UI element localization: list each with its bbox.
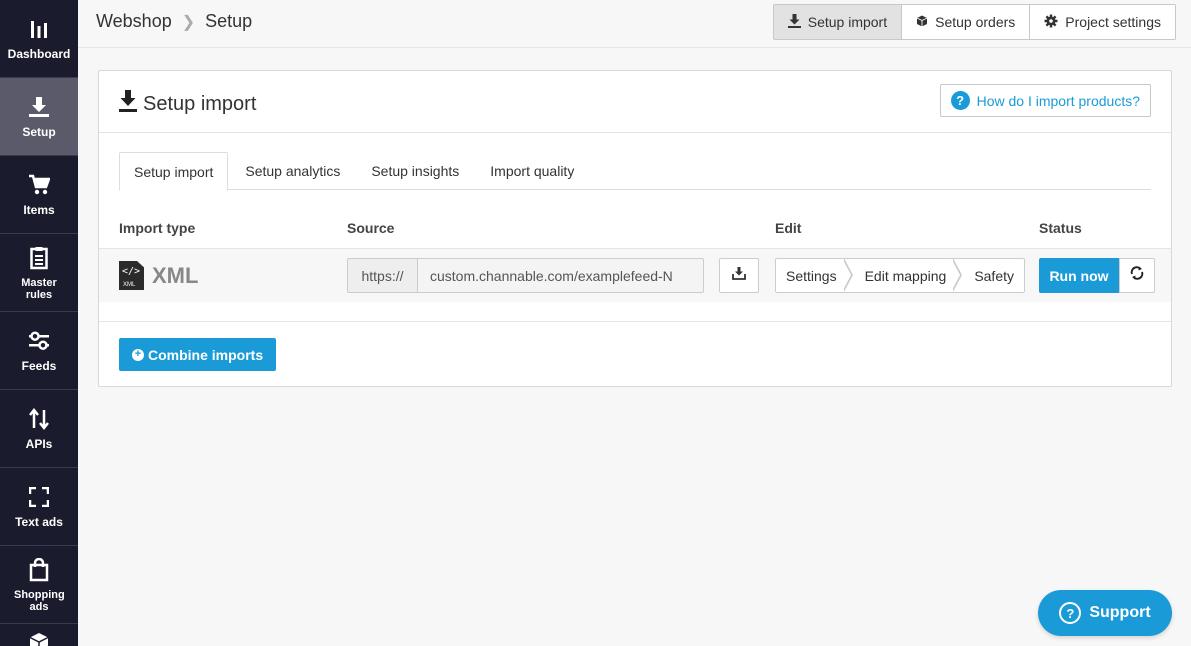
panel-header: Setup import ? How do I import products?: [99, 71, 1171, 133]
support-label: Support: [1089, 604, 1151, 621]
plus-circle-icon: +: [132, 348, 144, 361]
help-import-button[interactable]: ? How do I import products?: [939, 84, 1151, 117]
breadcrumb-project[interactable]: Webshop: [96, 11, 172, 32]
column-header-source: Source: [347, 220, 395, 236]
panel-footer: + Combine imports: [99, 321, 1171, 387]
sliders-icon: [26, 328, 52, 354]
sidebar-item-label: Dashboard: [7, 47, 71, 61]
sidebar-item-label: Shopping ads: [14, 588, 65, 613]
download-icon: [787, 13, 801, 31]
top-bar: Webshop ❯ Setup Setup import Setup order…: [78, 0, 1191, 48]
combine-imports-button[interactable]: + Combine imports: [119, 338, 277, 371]
import-type-cell: </> XML XML: [119, 261, 198, 290]
setup-orders-label: Setup orders: [935, 14, 1016, 30]
refresh-icon: [1129, 265, 1145, 286]
edit-mapping-step[interactable]: Edit mapping: [855, 258, 965, 292]
clipboard-icon: [26, 245, 52, 271]
top-actions: Setup import Setup orders Project settin…: [772, 4, 1176, 40]
table-row: </> XML XML https:// custom.channable.co…: [99, 248, 1171, 302]
edit-settings-step[interactable]: Settings: [776, 258, 855, 292]
sidebar-item-setup[interactable]: Setup: [0, 78, 78, 156]
download-icon: [119, 90, 137, 118]
chevron-right-icon: ❯: [181, 13, 196, 31]
sidebar-item-label: Master rules: [21, 276, 57, 301]
sidebar-item-label: Feeds: [21, 359, 57, 373]
download-icon: [26, 94, 52, 120]
column-header-status: Status: [1039, 220, 1082, 236]
download-tray-icon: [732, 266, 746, 285]
sidebar-item-label: Text ads: [15, 515, 63, 529]
download-feed-button[interactable]: [719, 258, 759, 293]
arrows-icon: [26, 406, 52, 432]
sidebar-item-label: APIs: [25, 437, 53, 451]
support-button[interactable]: ? Support: [1038, 590, 1172, 636]
gear-icon: [1044, 14, 1058, 31]
breadcrumb-page: Setup: [205, 11, 253, 31]
tab-import-quality[interactable]: Import quality: [476, 152, 588, 190]
bar-chart-icon: [26, 16, 52, 42]
column-header-edit: Edit: [775, 220, 802, 236]
import-type-label: XML: [152, 262, 199, 288]
status-actions: Run now: [1039, 258, 1155, 293]
sidebar-item-more[interactable]: [0, 624, 78, 646]
project-settings-label: Project settings: [1065, 14, 1161, 30]
edit-safety-step[interactable]: Safety: [964, 259, 1024, 292]
column-header-import-type: Import type: [119, 220, 196, 236]
setup-import-button[interactable]: Setup import: [772, 4, 903, 40]
breadcrumb: Webshop ❯ Setup: [96, 11, 252, 32]
page-title-text: Setup import: [143, 92, 257, 115]
bag-icon: [26, 557, 52, 583]
tab-setup-analytics[interactable]: Setup analytics: [231, 152, 354, 190]
xml-file-icon: </> XML: [119, 261, 144, 290]
combine-imports-label: Combine imports: [148, 346, 264, 363]
source-url-input[interactable]: custom.channable.com/examplefeed-N: [418, 258, 704, 293]
cart-icon: [26, 172, 52, 198]
run-now-button[interactable]: Run now: [1039, 258, 1119, 293]
sidebar-item-text-ads[interactable]: Text ads: [0, 468, 78, 546]
setup-import-label: Setup import: [807, 14, 888, 30]
sidebar-item-feeds[interactable]: Feeds: [0, 312, 78, 390]
sidebar-item-dashboard[interactable]: Dashboard: [0, 0, 78, 78]
sidebar-nav: Dashboard Setup Items Master rules Feeds…: [0, 0, 78, 646]
sidebar-item-apis[interactable]: APIs: [0, 390, 78, 468]
refresh-button[interactable]: [1119, 258, 1155, 293]
page-title: Setup import: [119, 90, 256, 118]
sidebar-item-shopping-ads[interactable]: Shopping ads: [0, 546, 78, 624]
box-icon: [916, 14, 928, 30]
setup-import-panel: Setup import ? How do I import products?…: [98, 70, 1172, 387]
tab-setup-import[interactable]: Setup import: [119, 152, 229, 191]
sidebar-item-label: Items: [23, 203, 55, 217]
sidebar-item-master-rules[interactable]: Master rules: [0, 234, 78, 312]
box-icon: [26, 632, 52, 646]
frame-icon: [26, 484, 52, 510]
tab-setup-insights[interactable]: Setup insights: [357, 152, 473, 190]
sidebar-item-items[interactable]: Items: [0, 156, 78, 234]
question-icon: ?: [950, 91, 970, 110]
source-prefix: https://: [347, 258, 418, 293]
help-import-label: How do I import products?: [976, 92, 1140, 109]
sidebar-item-label: Setup: [22, 125, 56, 139]
source-field: https:// custom.channable.com/examplefee…: [347, 258, 704, 293]
setup-orders-button[interactable]: Setup orders: [901, 4, 1031, 40]
project-settings-button[interactable]: Project settings: [1029, 4, 1176, 40]
edit-steps: Settings Edit mapping Safety: [775, 258, 1026, 293]
setup-tabs: Setup import Setup analytics Setup insig…: [119, 152, 1151, 191]
question-icon: ?: [1059, 602, 1082, 624]
